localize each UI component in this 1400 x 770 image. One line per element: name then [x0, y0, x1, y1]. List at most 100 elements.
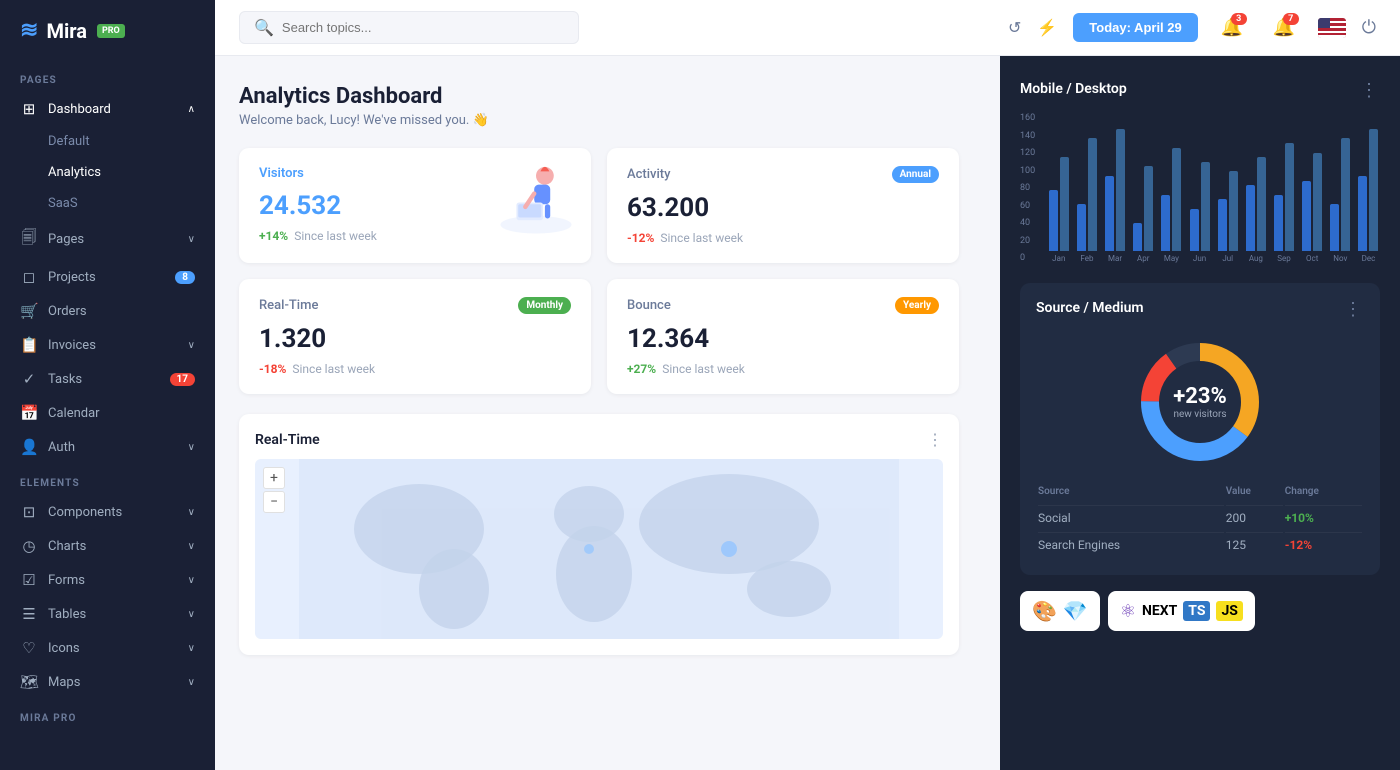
change-social: +10%	[1285, 505, 1362, 530]
sidebar-item-components[interactable]: ⊡ Components ∨	[0, 495, 215, 529]
col-source: Source	[1038, 486, 1224, 503]
power-button[interactable]: ⏻	[1362, 17, 1376, 38]
sidebar-item-charts[interactable]: ◷ Charts ∨	[0, 529, 215, 563]
search-box[interactable]: 🔍	[239, 11, 579, 44]
bar-label-jan: Jan	[1052, 254, 1065, 263]
y-label-100: 100	[1020, 166, 1035, 176]
stat-card-visitors: Visitors 24.532 +14% Since last week	[239, 148, 591, 263]
sidebar-item-invoices[interactable]: 📋 Invoices ∨	[0, 328, 215, 362]
auth-label: Auth	[48, 440, 75, 455]
date-button[interactable]: Today: April 29	[1073, 13, 1197, 42]
search-input[interactable]	[282, 20, 564, 35]
bar-label-dec: Dec	[1362, 254, 1376, 263]
logo-icon: ≋	[20, 18, 38, 43]
activity-header: Activity Annual	[627, 166, 939, 183]
donut-center: +23% new visitors	[1173, 384, 1227, 420]
refresh-icon[interactable]: ↺	[1008, 18, 1021, 37]
col-value: Value	[1226, 486, 1283, 503]
source-social: Social	[1038, 505, 1224, 530]
bar-label-sep: Sep	[1277, 254, 1290, 263]
sidebar-item-default[interactable]: Default	[0, 126, 215, 157]
stat-card-bounce: Bounce Yearly 12.364 +27% Since last wee…	[607, 279, 959, 394]
bar-group-jul: Jul	[1216, 171, 1239, 263]
content-area: Analytics Dashboard Welcome back, Lucy! …	[215, 56, 1400, 770]
realtime-header: Real-Time Monthly	[259, 297, 571, 314]
mobile-desktop-menu[interactable]: ⋮	[1360, 80, 1380, 101]
page-header: Analytics Dashboard Welcome back, Lucy! …	[239, 84, 976, 128]
invoices-icon: 📋	[20, 336, 38, 354]
section-label-elements: ELEMENTS	[0, 464, 215, 495]
auth-icon: 👤	[20, 438, 38, 456]
calendar-icon: 📅	[20, 404, 38, 422]
bar-sep-light	[1285, 143, 1294, 251]
bar-nov-dark	[1330, 204, 1339, 251]
main-area: 🔍 ↺ ⚡ Today: April 29 🔔 3 🔔 7 ⏻	[215, 0, 1400, 770]
sidebar-item-icons[interactable]: ♡ Icons ∨	[0, 631, 215, 665]
y-label-0: 0	[1020, 253, 1035, 263]
table-row-search: Search Engines 125 -12%	[1038, 532, 1362, 557]
notifications-button[interactable]: 🔔 3	[1214, 10, 1250, 46]
sidebar-item-maps[interactable]: 🗺 Maps ∨	[0, 665, 215, 699]
bar-group-sep: Sep	[1272, 143, 1295, 263]
y-label-80: 80	[1020, 183, 1035, 193]
alerts-button[interactable]: 🔔 7	[1266, 10, 1302, 46]
components-icon: ⊡	[20, 503, 38, 521]
sidebar-item-pages[interactable]: 🗐 Pages ∨	[0, 219, 215, 260]
bar-jun-dark	[1190, 209, 1199, 251]
bounce-since: Since last week	[662, 362, 745, 376]
bounce-label: Bounce	[627, 298, 671, 313]
auth-chevron: ∨	[188, 442, 195, 453]
source-medium-menu[interactable]: ⋮	[1344, 299, 1364, 320]
sidebar-item-forms[interactable]: ☑ Forms ∨	[0, 563, 215, 597]
section-label-mira-pro: MIRA PRO	[0, 699, 215, 730]
mobile-desktop-title: Mobile / Desktop	[1020, 81, 1127, 97]
sidebar-item-analytics[interactable]: Analytics	[0, 157, 215, 188]
y-label-60: 60	[1020, 201, 1035, 211]
search-icon: 🔍	[254, 18, 274, 37]
bounce-change: +27% Since last week	[627, 362, 939, 376]
bar-label-mar: Mar	[1108, 254, 1122, 263]
sidebar-item-tables[interactable]: ☰ Tables ∨	[0, 597, 215, 631]
stats-grid: Visitors 24.532 +14% Since last week	[239, 148, 959, 394]
charts-label: Charts	[48, 539, 86, 554]
tasks-icon: ✓	[20, 370, 38, 388]
sidebar-item-calendar[interactable]: 📅 Calendar	[0, 396, 215, 430]
bar-label-jun: Jun	[1193, 254, 1206, 263]
analytics-label: Analytics	[48, 165, 101, 180]
donut-container: +23% new visitors	[1130, 332, 1270, 472]
bar-feb-dark	[1077, 204, 1086, 251]
sketch-icon: 💎	[1063, 599, 1088, 623]
donut-percentage: +23%	[1173, 384, 1227, 409]
stat-card-realtime: Real-Time Monthly 1.320 -18% Since last …	[239, 279, 591, 394]
right-content: Mobile / Desktop ⋮ 160 140 120 100 80 60…	[1000, 56, 1400, 770]
visitors-change-pct: +14%	[259, 229, 288, 243]
value-search: 125	[1226, 532, 1283, 557]
tech-card-stack: ⚛ NEXT TS JS	[1108, 591, 1255, 631]
sidebar-item-projects[interactable]: ◻ Projects 8	[0, 260, 215, 294]
language-selector[interactable]	[1318, 18, 1346, 38]
tech-card-figma-sketch: 🎨 💎	[1020, 591, 1100, 631]
sidebar-item-dashboard[interactable]: ⊞ Dashboard ∧	[0, 92, 215, 126]
map-menu[interactable]: ⋮	[927, 430, 943, 449]
forms-chevron: ∨	[188, 575, 195, 586]
sidebar-item-orders[interactable]: 🛒 Orders	[0, 294, 215, 328]
map-title: Real-Time	[255, 432, 320, 448]
sidebar-item-tasks[interactable]: ✓ Tasks 17	[0, 362, 215, 396]
orders-label: Orders	[48, 304, 87, 319]
map-background: + −	[255, 459, 943, 639]
col-change: Change	[1285, 486, 1362, 503]
filter-icon[interactable]: ⚡	[1037, 18, 1057, 37]
sidebar-item-saas[interactable]: SaaS	[0, 188, 215, 219]
projects-icon: ◻	[20, 268, 38, 286]
app-name: Mira	[46, 19, 87, 43]
components-label: Components	[48, 505, 122, 520]
visitors-label: Visitors	[259, 166, 304, 181]
saas-label: SaaS	[48, 196, 78, 211]
sidebar-item-auth[interactable]: 👤 Auth ∨	[0, 430, 215, 464]
bounce-change-pct: +27%	[627, 362, 656, 376]
bar-mar-light	[1116, 129, 1125, 251]
sidebar-dashboard-label: Dashboard	[48, 102, 111, 117]
y-axis: 160 140 120 100 80 60 40 20 0	[1020, 113, 1039, 263]
bar-group-feb: Feb	[1075, 138, 1098, 263]
bar-nov-light	[1341, 138, 1350, 251]
